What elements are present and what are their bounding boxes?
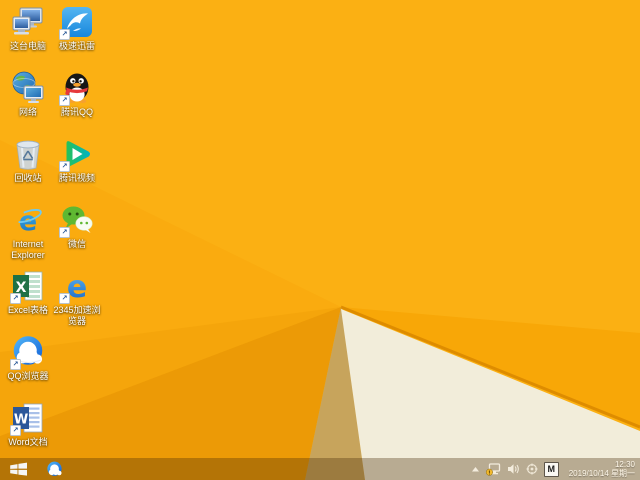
icon-column-1: 这台电脑 网络 回收站 e Internet Explorer X ↗ Exce… [4, 5, 52, 467]
speaker-icon [507, 464, 519, 474]
desktop-icon-qq-browser[interactable]: ↗ QQ浏览器 [4, 335, 52, 401]
clock[interactable]: 12:30 2019/10/14 星期一 [565, 460, 635, 479]
desktop-icon-internet-explorer[interactable]: e Internet Explorer [4, 203, 52, 269]
desktop-icon-tencent-video[interactable]: ↗ 腾讯视频 [53, 137, 101, 203]
shortcut-arrow-icon: ↗ [10, 359, 21, 370]
taskbar-qq-browser-button[interactable] [37, 458, 72, 480]
qq-browser-icon [47, 461, 62, 476]
icon-label: 极速迅雷 [58, 41, 95, 51]
taskbar: ! M 12:30 2019/10/14 星期一 [0, 458, 640, 480]
volume-tray-icon[interactable] [507, 463, 520, 475]
clock-time: 12:30 [614, 459, 635, 469]
shortcut-arrow-icon: ↗ [10, 293, 21, 304]
wheel-tray-icon[interactable] [526, 463, 538, 475]
icon-label: 微信 [67, 239, 86, 249]
this-pc-icon [11, 5, 45, 39]
clock-date: 2019/10/14 星期一 [568, 469, 635, 478]
network-tray-icon[interactable]: ! [485, 462, 501, 476]
internet-explorer-icon: e [11, 203, 45, 237]
icon-label: QQ浏览器 [7, 371, 49, 381]
icon-label: 回收站 [14, 173, 42, 183]
svg-text:!: ! [488, 470, 491, 476]
thunder-bird-icon: ↗ [59, 5, 94, 40]
browser-2345-icon: e ↗ [59, 269, 94, 304]
word-icon: W ↗ [10, 401, 45, 436]
icon-label: Excel表格 [7, 305, 48, 315]
show-hidden-icons-button[interactable] [471, 466, 480, 473]
icon-column-2: ↗ 极速迅雷 ↗ 腾讯QQ ↗ 腾讯视频 ↗ 微信 e ↗ 2345加速浏览器 [53, 5, 101, 467]
desktop-icon-thunder-speed[interactable]: ↗ 极速迅雷 [53, 5, 101, 71]
icon-label: 腾讯QQ [60, 107, 93, 117]
shortcut-arrow-icon: ↗ [59, 227, 70, 238]
shortcut-arrow-icon: ↗ [59, 29, 70, 40]
shortcut-arrow-icon: ↗ [10, 425, 21, 436]
start-button[interactable] [0, 458, 37, 480]
windows-logo-icon [10, 462, 27, 476]
qq-penguin-icon: ↗ [59, 71, 94, 106]
desktop-icon-wechat[interactable]: ↗ 微信 [53, 203, 101, 269]
desktop-icon-tencent-qq[interactable]: ↗ 腾讯QQ [53, 71, 101, 137]
icon-label: 2345加速浏览器 [53, 305, 101, 326]
network-icon [11, 71, 45, 105]
qq-browser-icon: ↗ [10, 335, 45, 370]
tencent-video-play-icon: ↗ [59, 137, 94, 172]
icon-label: Word文档 [8, 437, 48, 447]
icon-label: 这台电脑 [9, 41, 46, 51]
system-tray: ! M 12:30 2019/10/14 星期一 [471, 460, 640, 479]
network-warning-icon: ! [485, 462, 500, 476]
recycle-bin-icon [11, 137, 45, 171]
chevron-up-icon [471, 466, 479, 471]
excel-icon: X ↗ [10, 269, 45, 304]
icon-label: Internet Explorer [11, 239, 45, 260]
desktop-icon-browser-2345[interactable]: e ↗ 2345加速浏览器 [53, 269, 101, 335]
desktop-icon-network[interactable]: 网络 [4, 71, 52, 137]
desktop-icon-recycle-bin[interactable]: 回收站 [4, 137, 52, 203]
wheel-icon [526, 463, 538, 475]
icon-label: 腾讯视频 [58, 173, 95, 183]
desktop-icon-excel[interactable]: X ↗ Excel表格 [4, 269, 52, 335]
desktop-icon-grid: 这台电脑 网络 回收站 e Internet Explorer X ↗ Exce… [4, 5, 101, 467]
desktop: 这台电脑 网络 回收站 e Internet Explorer X ↗ Exce… [0, 0, 640, 480]
ime-indicator[interactable]: M [543, 461, 559, 477]
icon-label: 网络 [18, 107, 37, 117]
shortcut-arrow-icon: ↗ [59, 293, 70, 304]
shortcut-arrow-icon: ↗ [59, 95, 70, 106]
wechat-bubbles-icon: ↗ [59, 203, 94, 238]
desktop-icon-this-pc[interactable]: 这台电脑 [4, 5, 52, 71]
shortcut-arrow-icon: ↗ [59, 161, 70, 172]
